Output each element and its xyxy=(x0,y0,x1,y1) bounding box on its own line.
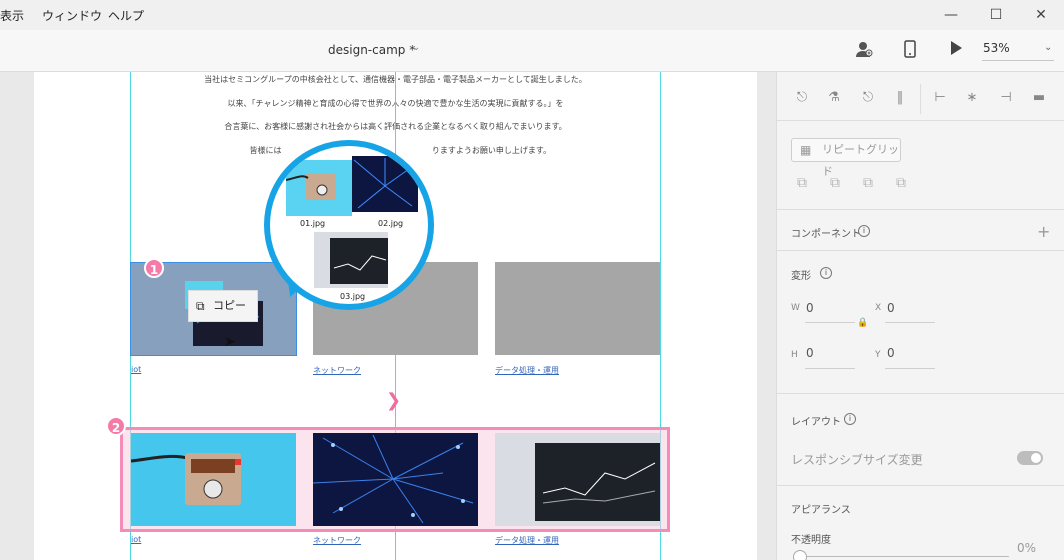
repeat-grid-label: リピートグリッド xyxy=(822,143,899,178)
height-underline xyxy=(805,368,855,369)
caption-top-3[interactable]: データ処理・運用 xyxy=(495,365,559,376)
zoom-underline xyxy=(982,60,1054,61)
toolbar: design-camp * ⌄ 53% ⌄ xyxy=(0,30,1064,72)
opacity-label: 不透明度 xyxy=(791,535,831,546)
close-icon[interactable]: ✕ xyxy=(1030,4,1052,26)
distribute-horizontal-icon[interactable]: ▬ xyxy=(1031,90,1047,106)
zoom-chevron-icon[interactable]: ⌄ xyxy=(1044,42,1052,53)
height-label: H xyxy=(791,350,798,360)
opacity-slider-knob[interactable] xyxy=(793,550,807,560)
thumb-02 xyxy=(352,156,418,212)
align-left-icon[interactable]: ⊢ xyxy=(932,90,948,106)
caption-bottom-1[interactable]: iot xyxy=(131,535,141,544)
property-inspector: ⎋ ⚗ ⎋ ‖ ⊢ ∗ ⊣ ▬ ▦ リピートグリッド ⧉ ⧉ ⧉ ⧉ コンポーネ… xyxy=(776,72,1064,560)
width-input[interactable]: 0 xyxy=(806,301,814,315)
step-badge-1: 1 xyxy=(144,258,164,278)
minimize-icon[interactable]: — xyxy=(940,4,962,26)
boolean-exclude-icon[interactable]: ⧉ xyxy=(893,175,909,191)
menu-view[interactable]: 表示 xyxy=(0,7,24,24)
panel-separator xyxy=(777,393,1064,394)
x-label: X xyxy=(875,303,882,313)
layout-heading: レイアウト xyxy=(791,417,841,428)
opacity-value[interactable]: 0% xyxy=(1017,541,1036,555)
image-iot[interactable] xyxy=(130,433,296,526)
align-right-icon[interactable]: ⊣ xyxy=(998,90,1014,106)
menubar: 表示 ウィンドウ ヘルプ — ☐ ✕ xyxy=(0,0,1064,30)
boolean-subtract-icon[interactable]: ⧉ xyxy=(827,175,843,191)
x-input[interactable]: 0 xyxy=(887,301,895,315)
thumb-label-01: 01.jpg xyxy=(300,219,326,228)
thumb-label-02: 02.jpg xyxy=(378,219,404,228)
opacity-slider-track[interactable] xyxy=(799,556,1009,557)
y-input[interactable]: 0 xyxy=(887,346,895,360)
panel-separator xyxy=(777,485,1064,486)
menu-window[interactable]: ウィンドウ xyxy=(42,7,102,24)
image-network[interactable] xyxy=(312,433,478,526)
appearance-heading: アピアランス xyxy=(791,505,851,516)
copy-label: コピー xyxy=(213,299,246,312)
play-icon[interactable] xyxy=(946,40,966,60)
body-text-4b: りますようお願い申し上げます。 xyxy=(431,146,552,155)
y-label: Y xyxy=(875,350,881,360)
grid-icon: ▦ xyxy=(800,143,812,157)
align-top-icon[interactable]: ⎋ xyxy=(794,90,810,106)
align-divider xyxy=(920,84,921,114)
align-bottom-icon[interactable]: ⎋ xyxy=(860,90,876,106)
mouse-cursor-icon: ➤ xyxy=(224,334,236,350)
down-arrow-icon: ❯ xyxy=(386,390,402,411)
step-badge-2: 2 xyxy=(106,416,126,436)
y-underline xyxy=(885,368,935,369)
chevron-down-icon[interactable]: ⌄ xyxy=(412,42,420,53)
responsive-resize-toggle[interactable] xyxy=(1017,451,1043,465)
thumb-01 xyxy=(285,160,352,216)
share-user-icon[interactable] xyxy=(854,40,874,60)
canvas[interactable]: 当社はセミコングループの中核会社として、通信機器・電子部品・電子製品メーカーとし… xyxy=(0,72,776,560)
panel-separator xyxy=(777,120,1064,121)
copy-tooltip: ⧉ コピー xyxy=(188,290,258,322)
repeat-grid-button[interactable]: ▦ リピートグリッド xyxy=(791,138,901,178)
align-center-icon[interactable]: ∗ xyxy=(964,90,980,106)
image-placeholder-3[interactable] xyxy=(495,262,660,355)
thumb-03 xyxy=(314,232,388,288)
responsive-resize-label: レスポンシブサイズ変更 xyxy=(791,453,923,467)
caption-bottom-3[interactable]: データ処理・運用 xyxy=(495,535,559,546)
x-underline xyxy=(885,322,935,323)
info-icon[interactable]: i xyxy=(858,225,870,237)
image-data[interactable] xyxy=(495,433,660,526)
align-middle-icon[interactable]: ⚗ xyxy=(826,90,842,106)
caption-top-2[interactable]: ネットワーク xyxy=(313,365,361,376)
copy-icon: ⧉ xyxy=(196,299,205,313)
info-icon[interactable]: i xyxy=(844,413,856,425)
panel-separator xyxy=(777,209,1064,210)
caption-bottom-2[interactable]: ネットワーク xyxy=(313,535,361,546)
device-preview-icon[interactable] xyxy=(900,40,920,60)
distribute-vertical-icon[interactable]: ‖ xyxy=(892,90,908,106)
height-input[interactable]: 0 xyxy=(806,346,814,360)
callout-bubble: 01.jpg 02.jpg 03.jpg xyxy=(264,140,434,310)
caption-top-1[interactable]: iot xyxy=(131,365,141,374)
info-icon[interactable]: i xyxy=(820,267,832,279)
maximize-icon[interactable]: ☐ xyxy=(985,4,1007,26)
thumb-label-03: 03.jpg xyxy=(340,292,366,301)
add-component-icon[interactable]: + xyxy=(1037,222,1050,241)
boolean-intersect-icon[interactable]: ⧉ xyxy=(860,175,876,191)
panel-separator xyxy=(777,250,1064,251)
zoom-level[interactable]: 53% xyxy=(983,41,1010,55)
width-label: W xyxy=(791,303,800,313)
transform-heading: 変形 xyxy=(791,271,811,282)
component-heading: コンポーネント xyxy=(791,229,861,240)
document-title[interactable]: design-camp * xyxy=(328,43,415,57)
boolean-add-icon[interactable]: ⧉ xyxy=(794,175,810,191)
menu-help[interactable]: ヘルプ xyxy=(108,7,144,24)
lock-aspect-icon[interactable]: 🔒 xyxy=(857,318,868,328)
width-underline xyxy=(805,322,855,323)
